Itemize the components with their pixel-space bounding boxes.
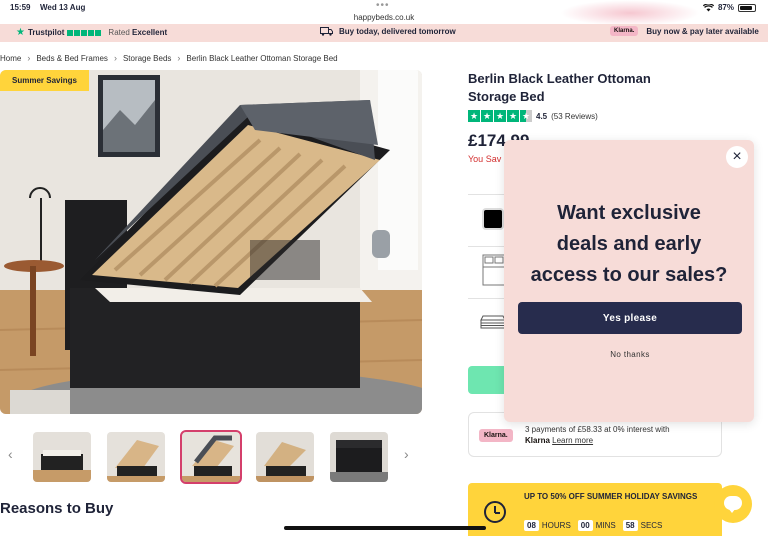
popup-heading: Want exclusive deals and early access to… [530,202,728,286]
klarna-logo: Klarna. [479,429,513,442]
clock-icon [484,501,506,523]
close-icon[interactable]: × [726,146,748,168]
status-indicators: 87% [702,3,756,12]
bed-size-icon[interactable] [482,254,506,286]
trustpilot-rated: Rated Excellent [108,28,168,37]
no-thanks-link[interactable]: No thanks [518,350,742,359]
battery-icon [738,3,756,12]
bed-photo [0,70,422,414]
trustpilot-stars [67,29,102,36]
breadcrumb-storage-beds[interactable]: Storage Beds [123,54,171,63]
promo-bar: ★ Trustpilot Rated Excellent Buy today, … [0,24,768,42]
mattress-icon[interactable] [480,312,506,332]
home-indicator[interactable] [284,526,486,530]
status-date: Wed 13 Aug [40,3,86,12]
countdown-timer: 08 HOURS 00 MINS 58 SECS [524,520,666,531]
klarna-banner[interactable]: Klarna. Buy now & pay later available [610,26,759,36]
chevron-right-icon: › [113,53,117,63]
sale-title: UP TO 50% OFF SUMMER HOLIDAY SAVINGS [524,492,698,501]
chevron-right-icon: › [27,53,31,63]
thumbnail-4[interactable] [256,432,314,482]
breadcrumb-current: Berlin Black Leather Ottoman Storage Bed [186,53,338,63]
breadcrumb-beds[interactable]: Beds & Bed Frames [36,54,108,63]
status-time: 15:59 [10,3,31,12]
timer-hours: 08 [524,520,539,531]
thumbnail-2[interactable] [107,432,165,482]
timer-hours-label: HOURS [541,521,571,530]
reasons-heading: Reasons to Buy [0,500,114,517]
breadcrumb: Home › Beds & Bed Frames › Storage Beds … [0,53,338,63]
chevron-right-icon: › [177,53,181,63]
rating-value: 4.5 [536,111,548,121]
klarna-payment-text: 3 payments of £58.33 at 0% interest with… [525,425,670,445]
trustpilot-label: Trustpilot [27,28,65,37]
truck-icon [320,27,333,36]
trustpilot-star-icon: ★ [16,27,25,38]
product-rating[interactable]: ★ ★ ★ ★ ★ 4.5 (53 Reviews) [468,110,598,122]
timer-secs-label: SECS [640,521,663,530]
klarna-logo: Klarna. [610,26,639,36]
sale-countdown-banner: UP TO 50% OFF SUMMER HOLIDAY SAVINGS 08 … [468,483,722,536]
timer-secs: 58 [622,520,638,531]
chevron-right-icon[interactable]: › [404,446,409,462]
main-product-image[interactable]: Summer Savings [0,70,422,414]
delivery-text: Buy today, delivered tomorrow [339,27,456,36]
battery-fill [740,5,753,10]
thumbnail-5[interactable] [330,432,388,482]
thumbnail-1[interactable] [33,432,91,482]
timer-mins-label: MINS [595,521,616,530]
saving-text: You Sav [468,154,502,164]
newsletter-popup: × Want exclusive deals and early access … [504,140,754,422]
timer-mins: 00 [577,520,593,531]
status-bar: 15:59 Wed 13 Aug ••• happybeds.co.uk 87% [0,0,768,26]
thumbnail-strip: ‹ › [0,428,422,486]
page: 15:59 Wed 13 Aug ••• happybeds.co.uk 87%… [0,0,768,536]
trustpilot-rating[interactable]: ★ Trustpilot Rated Excellent [16,27,167,38]
delivery-info[interactable]: Buy today, delivered tomorrow [320,27,456,36]
address-bar-url[interactable]: happybeds.co.uk [0,13,768,22]
review-count[interactable]: (53 Reviews) [551,112,598,121]
product-title: Berlin Black Leather Ottoman Storage Bed [468,71,651,104]
black-colour-swatch[interactable] [482,208,504,230]
multitask-dots-icon[interactable]: ••• [376,0,390,11]
breadcrumb-home[interactable]: Home [0,54,21,63]
thumbnail-3[interactable] [180,430,242,484]
battery-percent: 87% [717,3,734,12]
chevron-left-icon[interactable]: ‹ [8,446,13,462]
summer-savings-badge: Summer Savings [0,70,89,91]
wifi-icon [702,3,714,11]
chat-bubble-icon[interactable] [714,485,752,523]
klarna-learn-more-link[interactable]: Learn more [552,436,593,445]
yes-please-button[interactable]: Yes please [518,302,742,334]
klarna-banner-text: Buy now & pay later available [646,26,759,36]
rating-stars: ★ ★ ★ ★ ★ [468,110,532,122]
